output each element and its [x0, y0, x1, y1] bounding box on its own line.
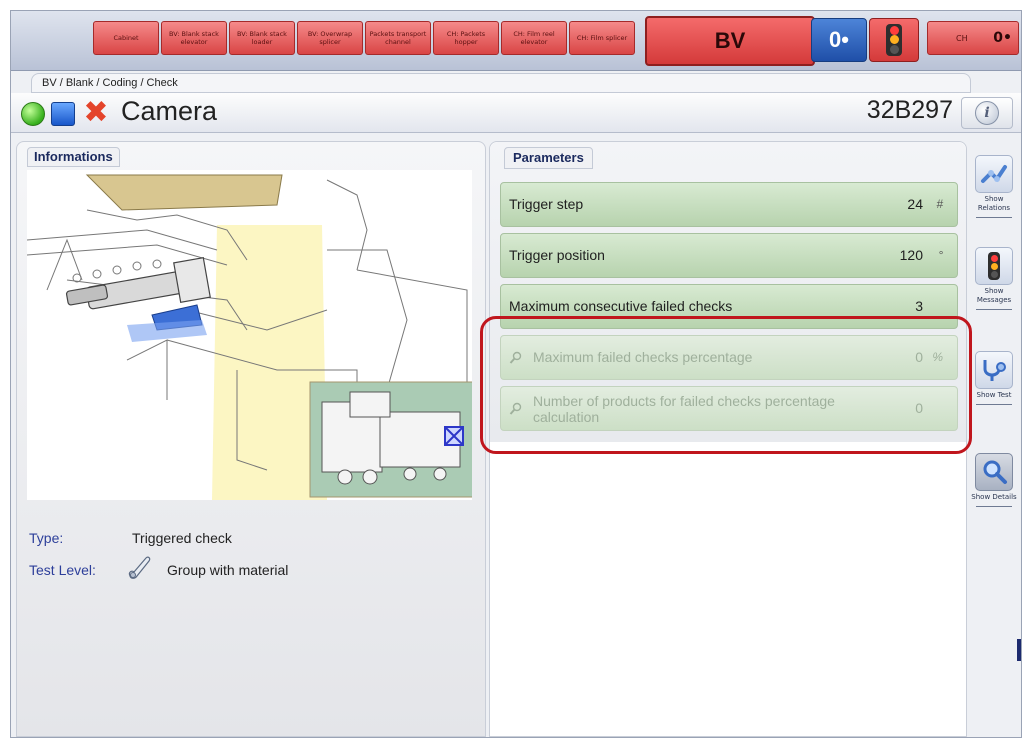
stethoscope-icon: [975, 351, 1013, 389]
informations-panel: Informations Type: Triggered check Test …: [16, 141, 486, 737]
relations-icon: [975, 155, 1013, 193]
station-status-light[interactable]: [869, 18, 919, 62]
station-label: CH: Film reel elevator: [513, 30, 555, 46]
station-button-cabinet[interactable]: Cabinet: [93, 21, 159, 55]
station-button-packets-hopper[interactable]: CH: Packets hopper: [433, 21, 499, 55]
param-name: Trigger position: [509, 247, 605, 263]
green-status-icon: [21, 102, 45, 126]
scroll-document-icon: [128, 556, 151, 579]
red-x-icon: ✖: [83, 95, 109, 130]
show-details-button[interactable]: Show Details: [969, 449, 1019, 533]
station-label: CH: Film splicer: [576, 34, 628, 42]
test-level-label: Test Level:: [29, 562, 96, 578]
station-button-blank-stack-loader[interactable]: BV: Blank stack loader: [229, 21, 295, 55]
test-level-value: Group with material: [167, 562, 289, 578]
station-label: Packets transport channel: [369, 30, 427, 46]
param-unit: °: [938, 248, 943, 262]
machine-id: 32B297: [866, 96, 953, 124]
parameters-panel-title: Parameters: [504, 147, 593, 169]
param-name: Trigger step: [509, 196, 584, 212]
informations-panel-title: Informations: [27, 147, 120, 167]
show-messages-label: Show Messages: [976, 287, 1012, 304]
ch-station-label: CH: [956, 34, 968, 43]
highlight-annotation: [480, 316, 972, 454]
show-messages-button[interactable]: Show Messages: [969, 243, 1019, 327]
station-button-film-splicer[interactable]: CH: Film splicer: [569, 21, 635, 55]
param-value: 120: [899, 247, 923, 263]
machine-illustration: [27, 170, 472, 500]
param-row-trigger-position[interactable]: Trigger position 120 °: [500, 233, 958, 278]
param-name: Maximum consecutive failed checks: [509, 298, 733, 314]
blue-square-icon: [51, 102, 75, 126]
param-value: 3: [915, 298, 923, 314]
magnifier-icon: [975, 453, 1013, 491]
info-button[interactable]: i: [961, 97, 1013, 129]
active-station-counter: 0•: [811, 18, 867, 62]
station-label: Cabinet: [113, 34, 139, 42]
station-button-film-reel-elevator[interactable]: CH: Film reel elevator: [501, 21, 567, 55]
active-station-label: BV: [714, 28, 746, 53]
info-icon: i: [975, 101, 999, 125]
station-label: CH: Packets hopper: [446, 30, 486, 46]
station-label: BV: Blank stack loader: [237, 30, 287, 46]
show-test-button[interactable]: Show Test: [969, 347, 1019, 431]
station-label: BV: Blank stack elevator: [169, 30, 219, 46]
right-toolbar: Show Relations Show Messages Show Test S…: [969, 151, 1019, 731]
breadcrumb[interactable]: BV / Blank / Coding / Check: [31, 73, 971, 93]
station-button-overwrap-splicer[interactable]: BV: Overwrap splicer: [297, 21, 363, 55]
type-value: Triggered check: [132, 530, 232, 546]
param-row-trigger-step[interactable]: Trigger step 24 #: [500, 182, 958, 227]
show-test-label: Show Test: [976, 391, 1012, 399]
show-details-label: Show Details: [971, 493, 1017, 501]
station-label: BV: Overwrap splicer: [307, 30, 353, 46]
show-relations-button[interactable]: Show Relations: [969, 151, 1019, 235]
active-station-button[interactable]: BV: [645, 16, 815, 66]
traffic-light-icon: [886, 24, 902, 56]
type-label: Type:: [29, 530, 64, 546]
machine-drawing: [27, 174, 472, 500]
ch-station-counter: 0•: [993, 30, 1012, 46]
traffic-light-icon: [975, 247, 1013, 285]
page-title: Camera: [121, 96, 218, 126]
show-relations-label: Show Relations: [977, 195, 1011, 212]
application-window: Cabinet BV: Blank stack elevator BV: Bla…: [10, 10, 1022, 738]
param-value: 24: [907, 196, 923, 212]
scrollbar-handle[interactable]: [1017, 639, 1021, 661]
param-unit: #: [936, 197, 943, 211]
ch-station-button[interactable]: CH 0•: [927, 21, 1019, 55]
station-button-packets-transport-channel[interactable]: Packets transport channel: [365, 21, 431, 55]
station-bar: Cabinet BV: Blank stack elevator BV: Bla…: [11, 11, 1021, 71]
station-button-blank-stack-elevator[interactable]: BV: Blank stack elevator: [161, 21, 227, 55]
